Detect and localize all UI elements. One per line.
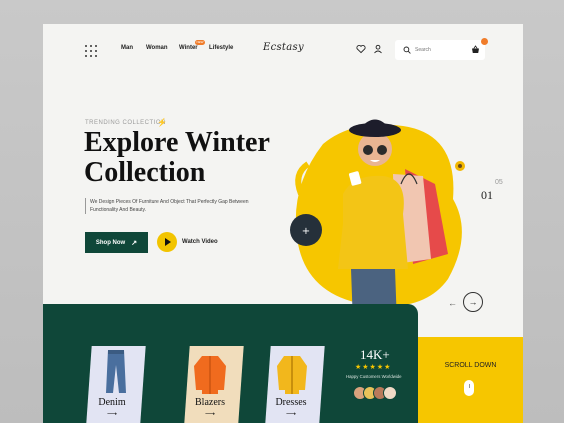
arrow-right-icon: ⟶: [205, 411, 216, 418]
nav-link-man[interactable]: Man: [121, 45, 133, 51]
user-icon[interactable]: [373, 44, 383, 54]
search-box[interactable]: Search: [395, 40, 485, 60]
jeans-icon: [106, 350, 126, 393]
coat-icon: [277, 356, 307, 394]
customer-caption: Happy Customers Worldwide: [346, 374, 402, 379]
avatar-group: [353, 386, 397, 402]
search-input[interactable]: Search: [415, 47, 431, 53]
avatar: [383, 386, 397, 400]
mouse-icon[interactable]: [464, 380, 474, 396]
svg-text:+: +: [302, 226, 310, 237]
category-card-blazers[interactable]: Blazers ⟶: [179, 346, 244, 423]
arrow-right-icon: ⟶: [107, 411, 118, 418]
customer-count: 14K+: [360, 347, 390, 362]
play-button[interactable]: [157, 232, 177, 252]
category-label: Denim: [98, 397, 126, 408]
bolt-icon: ⚡: [157, 118, 167, 127]
new-badge: NEW: [195, 40, 205, 45]
top-nav: Man Woman Winter NEW Lifestyle Ecstasy S…: [43, 24, 523, 76]
title-line-2: Collection: [84, 157, 206, 188]
category-label: Blazers: [195, 397, 225, 408]
scroll-down-label[interactable]: SCROLL DOWN: [418, 362, 523, 369]
nav-link-lifestyle[interactable]: Lifestyle: [209, 45, 233, 51]
next-slide-button[interactable]: →: [463, 292, 483, 312]
basket-icon[interactable]: [471, 45, 480, 54]
new-arrival-badge: +: [290, 214, 322, 246]
heart-icon[interactable]: [356, 44, 366, 54]
category-label: Dresses: [275, 397, 307, 408]
arrow-right-icon: ⟶: [286, 411, 297, 418]
play-icon: [165, 238, 171, 246]
slide-total: 05: [495, 179, 503, 186]
category-card-denim[interactable]: Denim ⟶: [81, 346, 146, 423]
search-icon: [403, 46, 411, 54]
rating-stars: ★★★★★: [355, 364, 392, 371]
nav-link-woman[interactable]: Woman: [146, 45, 168, 51]
slide-current: 01: [481, 188, 493, 202]
menu-grid-icon[interactable]: [85, 45, 97, 57]
watch-video-link[interactable]: Watch Video: [182, 239, 218, 245]
description-bar: [85, 198, 86, 214]
jacket-icon: [194, 356, 226, 394]
nav-link-winter[interactable]: Winter: [179, 45, 198, 51]
brand-logo[interactable]: Ecstasy: [263, 42, 304, 53]
shop-now-button[interactable]: Shop Now ↗: [85, 232, 148, 253]
next-arrow-icon: →: [468, 297, 478, 307]
hero-description: We Design Pieces Of Furniture And Object…: [90, 199, 249, 213]
cart-count-badge: [481, 38, 488, 45]
landing-card: Man Woman Winter NEW Lifestyle Ecstasy S…: [43, 24, 523, 423]
category-card-dresses[interactable]: Dresses ⟶: [260, 346, 325, 423]
shop-now-label: Shop Now: [95, 239, 126, 246]
eyebrow-label: TRENDING COLLECTION: [85, 120, 166, 126]
arrow-up-right-icon: ↗: [131, 239, 138, 247]
title-line-1: Explore Winter: [84, 127, 270, 158]
prev-arrow-icon[interactable]: ←: [448, 298, 457, 308]
